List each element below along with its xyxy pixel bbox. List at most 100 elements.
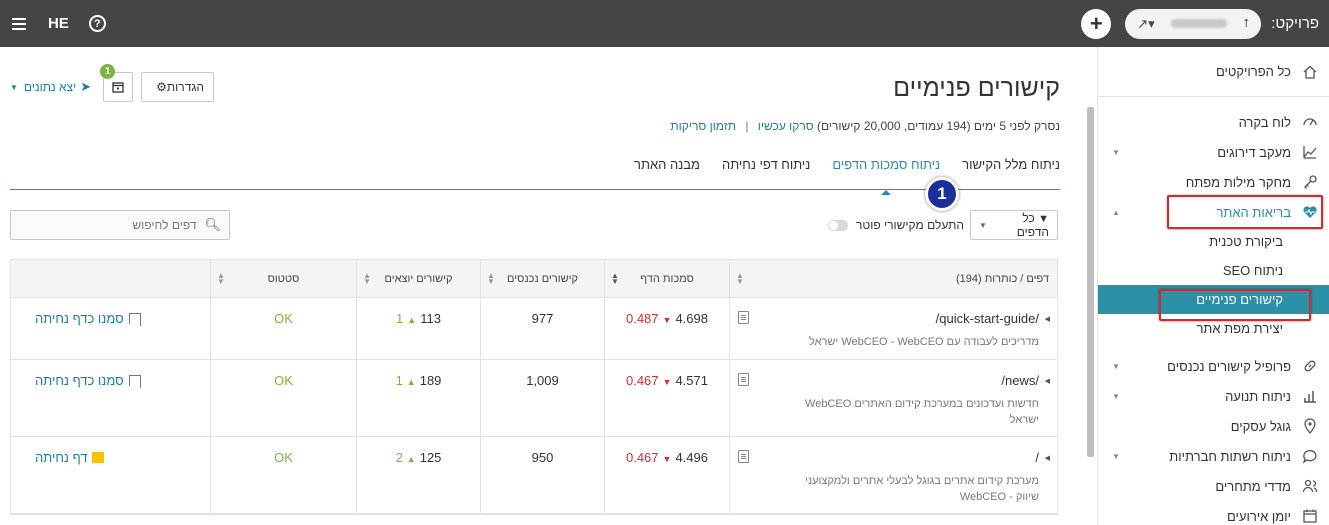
outgoing-cell: 1 ▲ 189 bbox=[356, 360, 480, 436]
sidebar-all-projects[interactable]: כל הפרויקטים bbox=[1098, 47, 1329, 97]
sidebar-sub-seo-analysis[interactable]: ניתוח SEO bbox=[1098, 256, 1329, 285]
scrollbar[interactable] bbox=[1083, 107, 1094, 507]
up-arrow-icon: ▲ bbox=[406, 454, 416, 464]
bar-chart-icon bbox=[1301, 387, 1319, 405]
flag-icon bbox=[92, 452, 105, 463]
sidebar-item-competitors[interactable]: מדדי מתחרים bbox=[1098, 471, 1329, 501]
tab-anchor-text[interactable]: ניתוח מלל הקישור bbox=[962, 157, 1060, 189]
page-title: קישורים פנימיים bbox=[893, 74, 1060, 102]
page-title-text: מערכת קידום אתרים בגוגל לבעלי אתרים ולמק… bbox=[804, 475, 1039, 503]
action-cell: סמנו כדף נחיתה bbox=[11, 360, 210, 436]
column-authority[interactable]: סמכות הדף ▲ ▼ bbox=[604, 260, 729, 297]
scrollbar-thumb[interactable] bbox=[1087, 107, 1094, 457]
status-cell: OK bbox=[210, 298, 356, 359]
main-content: קישורים פנימיים נסרק לפני 5 ימים (194 עמ… bbox=[0, 47, 1097, 525]
sidebar-item-label: מדדי מתחרים bbox=[1215, 478, 1291, 494]
external-link-icon[interactable]: ↗▾ bbox=[1137, 16, 1154, 32]
menu-icon[interactable] bbox=[12, 17, 26, 30]
export-data-button[interactable]: ▼ יצא נתונים ➤ bbox=[10, 79, 91, 95]
down-arrow-icon: ▼ bbox=[662, 454, 672, 464]
mark-landing-page-button[interactable]: סמנו כדף נחיתה bbox=[35, 311, 141, 326]
sidebar-item-keyword-research[interactable]: מחקר מילות מפתח bbox=[1098, 167, 1329, 197]
pages-filter-dropdown[interactable]: ▼ כל הדפים ▼ bbox=[970, 210, 1058, 240]
page-url[interactable]: / bbox=[789, 450, 1039, 465]
sidebar-sub-sitemap[interactable]: יצירת מפת אתר bbox=[1098, 314, 1329, 343]
chat-icon bbox=[1301, 447, 1319, 465]
column-outgoing-label: קישורים יוצאים bbox=[384, 272, 453, 285]
expand-icon[interactable]: ◀ bbox=[1045, 315, 1050, 323]
down-arrow-icon: ▼ bbox=[662, 315, 672, 325]
chevron-down-icon: ▼ bbox=[1112, 451, 1120, 461]
project-selector[interactable]: ↗▾ ⭡ bbox=[1125, 8, 1262, 39]
column-page[interactable]: דפים / כותרות (194) ▲ ▼ bbox=[729, 260, 1057, 297]
page-url[interactable]: /quick-start-guide/ bbox=[789, 311, 1039, 326]
schedule-badge: 1 bbox=[100, 64, 116, 79]
ignore-footer-toggle[interactable] bbox=[828, 219, 848, 231]
sidebar-item-google-business[interactable]: גוגל עסקים bbox=[1098, 411, 1329, 441]
sidebar-item-site-health[interactable]: בריאות האתר ▲ bbox=[1098, 197, 1329, 227]
sidebar-item-rank-tracking[interactable]: מעקב דירוגים ▼ bbox=[1098, 137, 1329, 167]
column-incoming[interactable]: קישורים נכנסים ▲ ▼ bbox=[480, 260, 604, 297]
link-icon bbox=[1301, 357, 1319, 375]
tab-page-authority[interactable]: ניתוח סמכות הדפים bbox=[832, 157, 940, 195]
page-cell: ◀ /news/ חדשות ועדכונים במערכת קידום האת… bbox=[729, 360, 1057, 436]
sidebar-item-label: פרופיל קישורים נכנסים bbox=[1167, 358, 1291, 374]
column-authority-label: סמכות הדף bbox=[640, 272, 694, 285]
scan-info: נסרק לפני 5 ימים (194 עמודים, 20,000 קיש… bbox=[817, 119, 1060, 133]
pages-table: דפים / כותרות (194) ▲ ▼ סמכות הדף ▲ ▼ קישורי… bbox=[10, 259, 1058, 515]
trend-icon bbox=[1301, 143, 1319, 161]
expand-icon[interactable]: ◀ bbox=[1045, 377, 1050, 385]
sort-icon: ▲ ▼ bbox=[611, 270, 619, 286]
expand-icon[interactable]: ◀ bbox=[1045, 454, 1050, 462]
authority-value: 4.571 bbox=[675, 373, 708, 388]
sidebar-item-dashboard[interactable]: לוח בקרה bbox=[1098, 107, 1329, 137]
sidebar-sub-technical-audit[interactable]: ביקורת טכנית bbox=[1098, 227, 1329, 256]
up-arrow-icon: ▲ bbox=[407, 315, 417, 325]
mark-landing-page-button[interactable]: סמנו כדף נחיתה bbox=[35, 373, 141, 388]
sidebar-item-backlinks[interactable]: פרופיל קישורים נכנסים ▼ bbox=[1098, 351, 1329, 381]
column-outgoing[interactable]: קישורים יוצאים ▲ ▼ bbox=[356, 260, 480, 297]
tab-landing-pages[interactable]: ניתוח דפי נחיתה bbox=[722, 157, 810, 189]
top-bar: HE ? פרויקט: ↗▾ ⭡ + bbox=[0, 0, 1329, 47]
sidebar-item-event-log[interactable]: יומן אירועים bbox=[1098, 501, 1329, 525]
incoming-cell: 977 bbox=[480, 298, 604, 359]
incoming-cell: 1,009 bbox=[480, 360, 604, 436]
schedule-scans-link[interactable]: תזמון סריקות bbox=[670, 119, 736, 133]
scan-now-link[interactable]: סרקו עכשיו bbox=[758, 119, 814, 133]
sidebar-sub-internal-links[interactable]: קישורים פנימיים bbox=[1098, 285, 1329, 314]
add-project-button[interactable]: + bbox=[1081, 8, 1112, 39]
table-row: ◀ /news/ חדשות ועדכונים במערכת קידום האת… bbox=[11, 360, 1057, 437]
tab-site-structure[interactable]: מבנה האתר bbox=[634, 157, 700, 189]
landing-page-button[interactable]: דף נחיתה bbox=[35, 450, 105, 465]
sidebar-item-traffic[interactable]: ניתוח תנועה ▼ bbox=[1098, 381, 1329, 411]
sidebar-item-social[interactable]: ניתוח רשתות חברתיות ▼ bbox=[1098, 441, 1329, 471]
page-info: /quick-start-guide/ מדריכים לעבודה עם We… bbox=[789, 311, 1049, 350]
settings-button[interactable]: ⚙ הגדרות bbox=[141, 72, 215, 102]
column-actions bbox=[11, 260, 210, 297]
authority-value: 4.496 bbox=[675, 450, 708, 465]
incoming-value: 977 bbox=[531, 311, 554, 326]
document-icon[interactable] bbox=[738, 311, 749, 324]
share-icon[interactable]: ⭡ bbox=[1244, 16, 1250, 31]
search-input[interactable] bbox=[26, 218, 197, 232]
incoming-cell: 950 bbox=[480, 437, 604, 513]
sidebar-all-projects-label: כל הפרויקטים bbox=[1215, 64, 1291, 79]
document-icon[interactable] bbox=[738, 450, 749, 463]
language-switch[interactable]: HE bbox=[48, 15, 69, 32]
page-url[interactable]: /news/ bbox=[789, 373, 1039, 388]
schedule-button[interactable]: 1 bbox=[100, 64, 134, 102]
ignore-footer-label: התעלם מקישורי פוטר bbox=[856, 218, 964, 232]
column-incoming-label: קישורים נכנסים bbox=[507, 272, 578, 285]
page-cell: ◀ / מערכת קידום אתרים בגוגל לבעלי אתרים … bbox=[729, 437, 1057, 513]
flag-icon bbox=[128, 375, 141, 388]
help-icon[interactable]: ? bbox=[88, 15, 106, 32]
column-status[interactable]: סטטוס ▲ ▼ bbox=[210, 260, 356, 297]
send-icon: ➤ bbox=[80, 79, 92, 94]
authority-cell: 0.487 ▼ 4.698 bbox=[604, 298, 729, 359]
sidebar-item-label: גוגל עסקים bbox=[1230, 418, 1291, 434]
document-icon[interactable] bbox=[738, 373, 749, 386]
status-cell: OK bbox=[210, 360, 356, 436]
landing-page-label: דף נחיתה bbox=[35, 450, 88, 465]
table-row: ◀ /quick-start-guide/ מדריכים לעבודה עם … bbox=[11, 298, 1057, 360]
table-row: ◀ / מערכת קידום אתרים בגוגל לבעלי אתרים … bbox=[11, 437, 1057, 514]
